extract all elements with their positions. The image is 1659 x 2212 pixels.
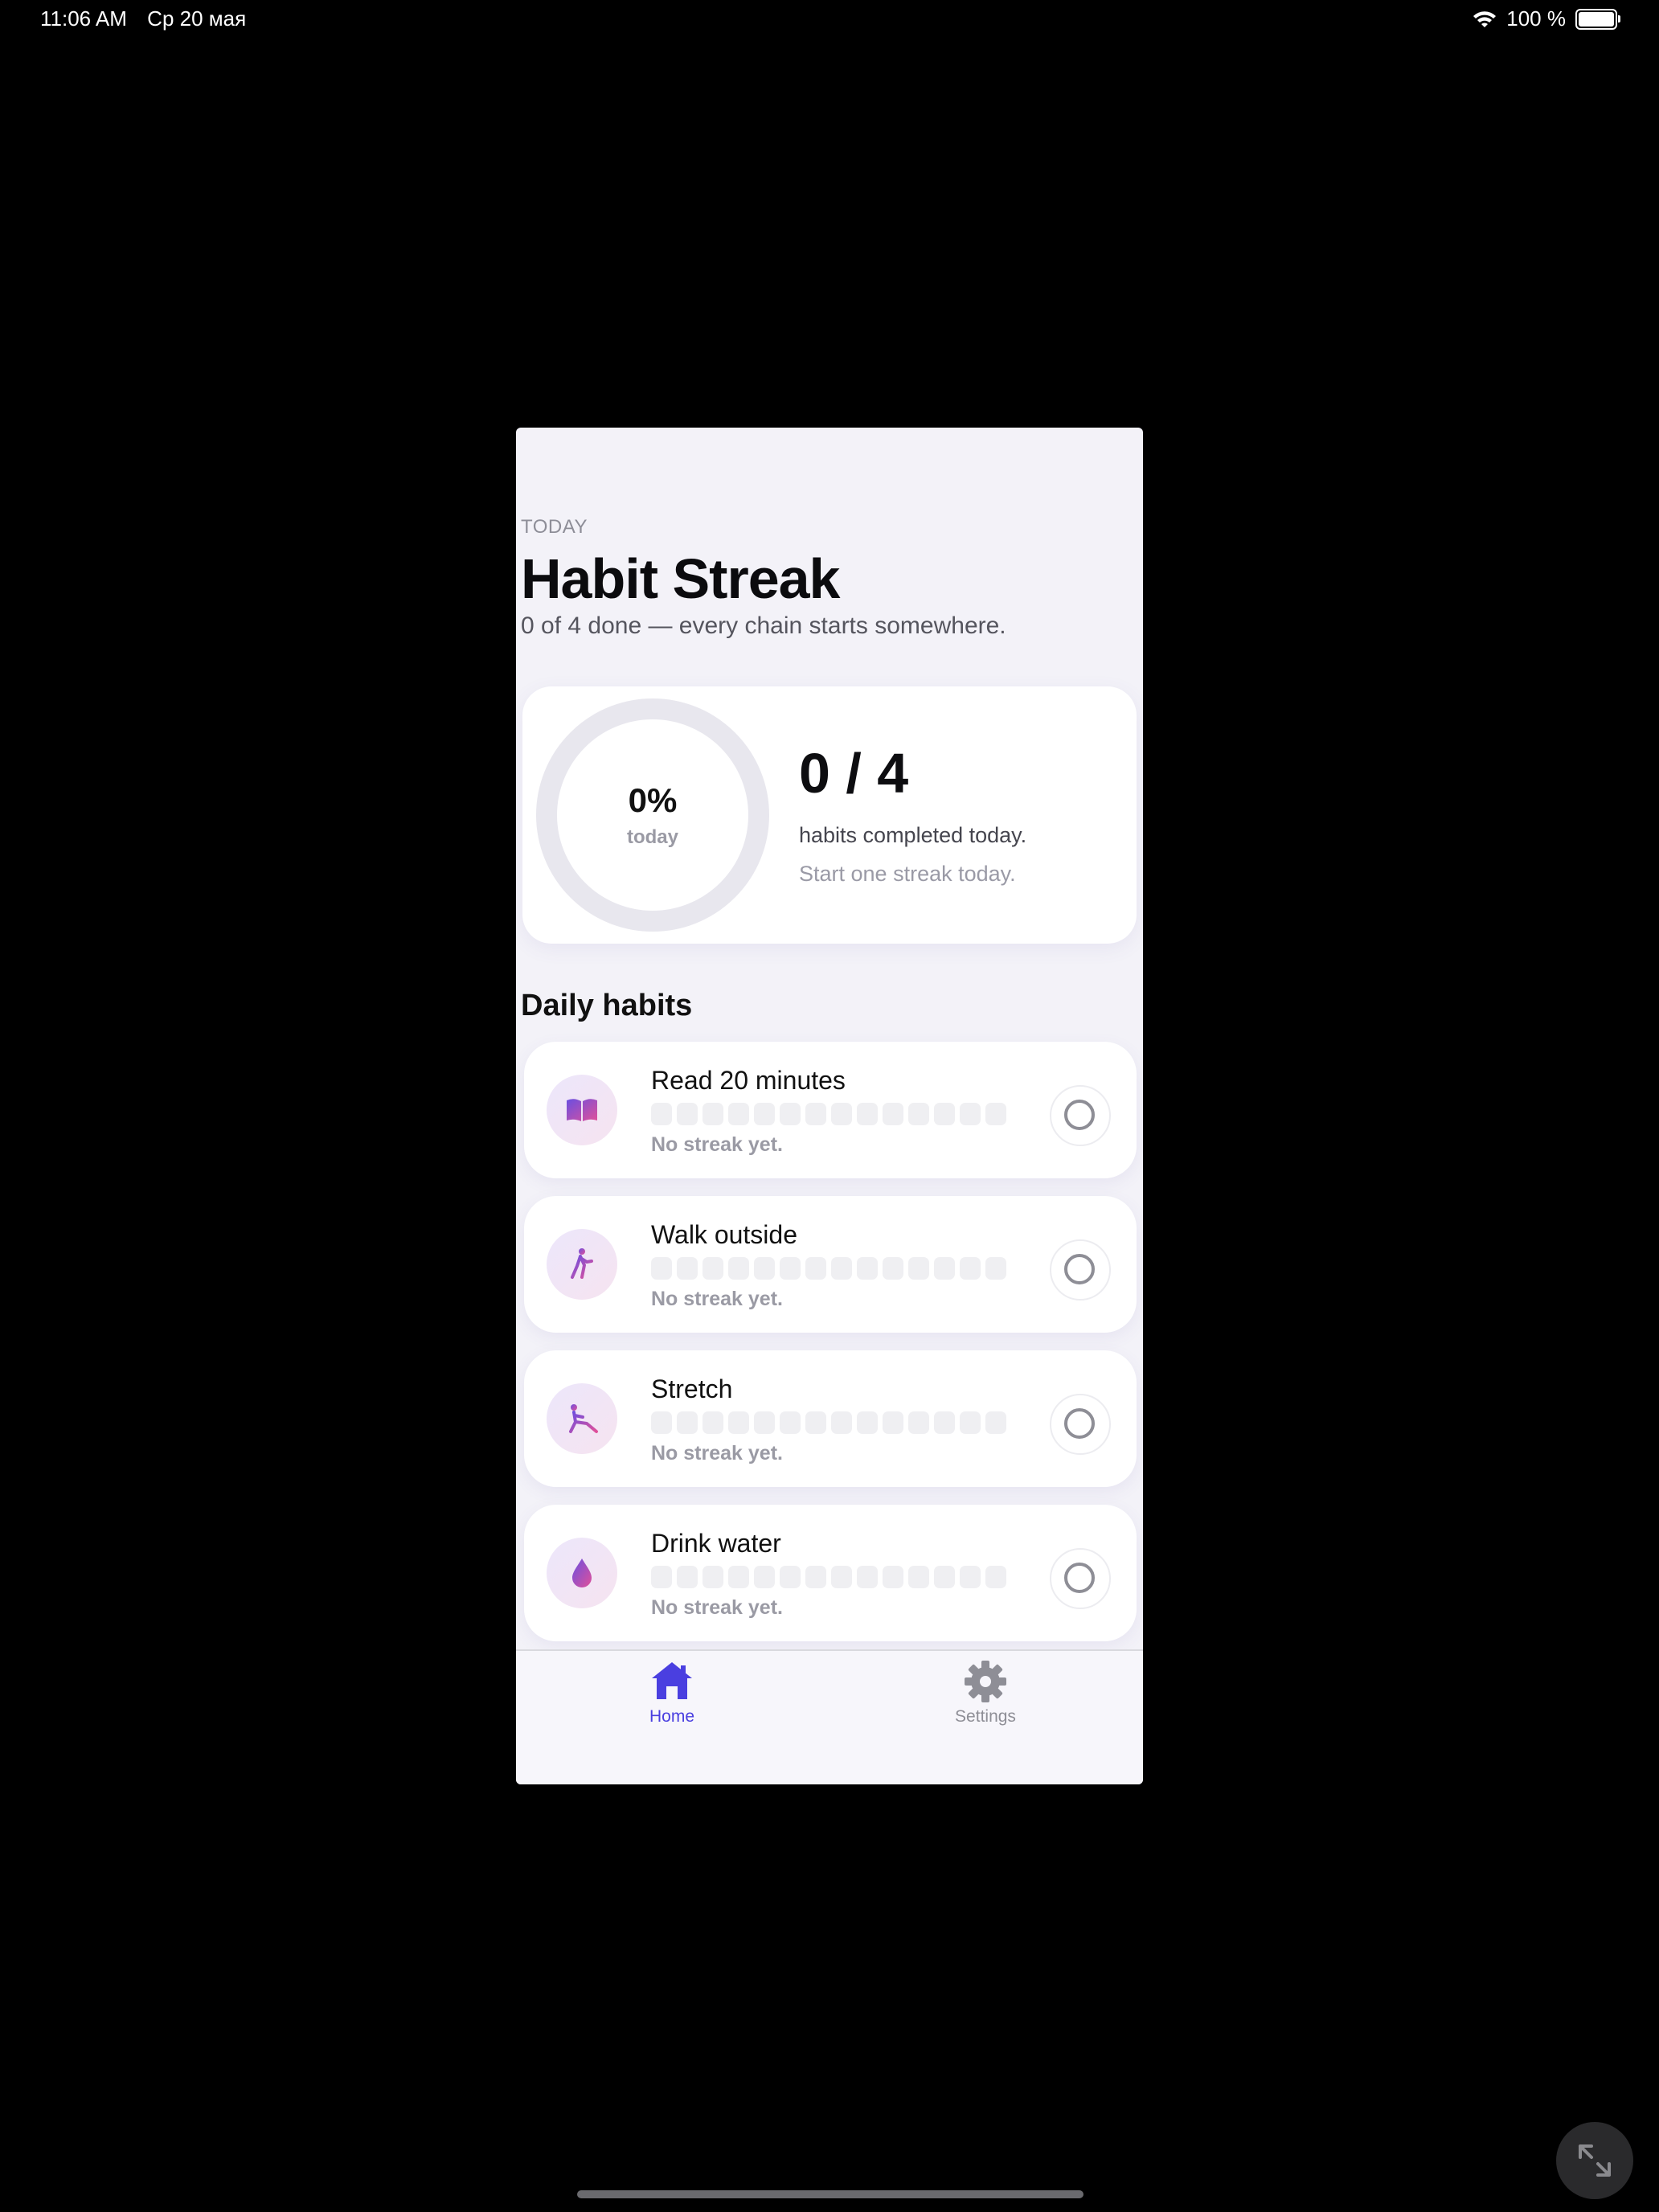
- book-icon: [567, 1099, 597, 1121]
- eyebrow-label: TODAY: [521, 516, 588, 538]
- wifi-icon: [1473, 10, 1497, 27]
- completed-count: 0 / 4: [799, 742, 909, 805]
- tab-home[interactable]: Home: [592, 1659, 752, 1727]
- streak-chain: [651, 1103, 1006, 1125]
- battery-percent: 100 %: [1506, 6, 1566, 31]
- habit-icon-badge: [547, 1383, 617, 1454]
- complete-habit-button[interactable]: [1050, 1548, 1111, 1609]
- habit-icon-badge: [547, 1229, 617, 1300]
- expand-button[interactable]: [1556, 2122, 1633, 2199]
- habit-card[interactable]: Drink water No streak yet.: [524, 1505, 1137, 1641]
- header: TODAY Habit Streak 0 of 4 done — every c…: [521, 516, 1132, 640]
- progress-percent-label: today: [626, 826, 678, 848]
- tab-settings-label: Settings: [955, 1707, 1016, 1726]
- tab-settings[interactable]: Settings: [905, 1659, 1066, 1727]
- summary-card: 0% today 0 / 4 habits completed today. S…: [522, 686, 1137, 944]
- status-date: Ср 20 мая: [147, 6, 247, 31]
- streak-status: No streak yet.: [651, 1442, 783, 1464]
- habit-card[interactable]: Walk outside No streak yet.: [524, 1196, 1137, 1333]
- page-subtitle: 0 of 4 done — every chain starts somewhe…: [521, 612, 1006, 639]
- streak-status: No streak yet.: [651, 1288, 783, 1310]
- streak-chain: [651, 1411, 1006, 1434]
- habit-name: Walk outside: [651, 1220, 797, 1249]
- walk-icon: [571, 1248, 593, 1279]
- habit-card[interactable]: Read 20 minutes No streak yet.: [524, 1042, 1137, 1178]
- home-icon: [652, 1662, 692, 1699]
- progress-percent: 0%: [628, 781, 678, 819]
- complete-habit-button[interactable]: [1050, 1394, 1111, 1455]
- complete-habit-button[interactable]: [1050, 1085, 1111, 1146]
- water-drop-icon: [572, 1559, 592, 1587]
- habit-name: Drink water: [651, 1529, 781, 1558]
- tab-home-label: Home: [649, 1707, 695, 1726]
- habit-name: Stretch: [651, 1374, 733, 1403]
- tab-bar: Home Settings: [516, 1649, 1143, 1784]
- status-time: 11:06 AM: [40, 6, 127, 31]
- habit-card[interactable]: Stretch No streak yet.: [524, 1350, 1137, 1487]
- app-window: TODAY Habit Streak 0 of 4 done — every c…: [516, 428, 1143, 1784]
- habit-icon-badge: [547, 1538, 617, 1608]
- completed-hint: Start one streak today.: [799, 862, 1016, 886]
- battery-icon: [1575, 8, 1620, 30]
- habit-icon-badge: [547, 1075, 617, 1145]
- stretch-icon: [569, 1404, 598, 1433]
- complete-habit-button[interactable]: [1050, 1239, 1111, 1301]
- habit-name: Read 20 minutes: [651, 1066, 846, 1095]
- expand-arrows-icon: [1579, 2144, 1611, 2177]
- progress-ring: 0% today: [535, 698, 770, 932]
- streak-status: No streak yet.: [651, 1133, 783, 1156]
- streak-chain: [651, 1257, 1006, 1280]
- page-title: Habit Streak: [521, 547, 840, 610]
- section-title: Daily habits: [521, 989, 693, 1022]
- completed-description: habits completed today.: [799, 823, 1027, 847]
- streak-chain: [651, 1566, 1006, 1588]
- streak-status: No streak yet.: [651, 1596, 783, 1619]
- gear-icon: [965, 1661, 1006, 1702]
- home-indicator[interactable]: [577, 2190, 1083, 2198]
- status-bar: 11:06 AM Ср 20 мая 100 %: [0, 0, 1659, 39]
